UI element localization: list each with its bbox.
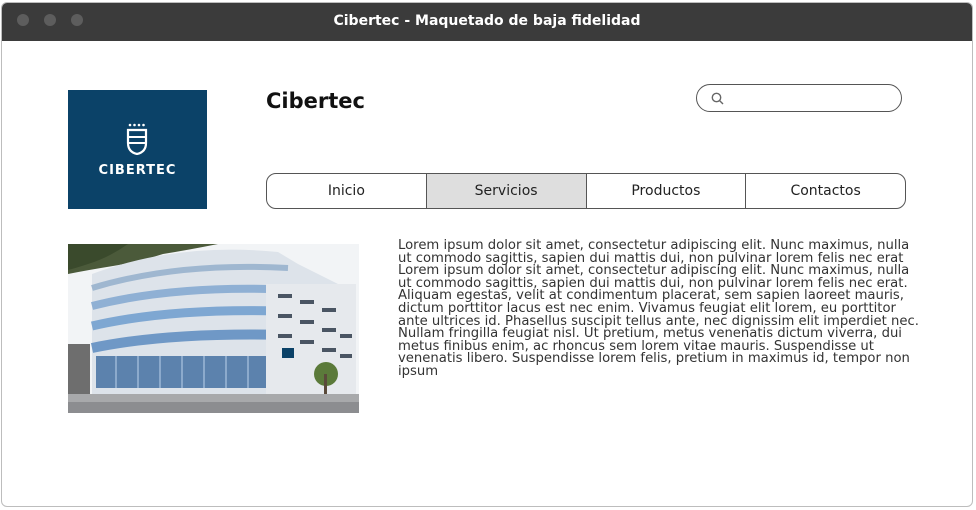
nav-item-productos[interactable]: Productos <box>587 174 747 208</box>
page-title: Cibertec <box>266 89 365 113</box>
search-icon <box>711 92 724 105</box>
browser-window: Cibertec - Maquetado de baja fidelidad C… <box>1 2 973 507</box>
search-box[interactable] <box>696 84 902 112</box>
body-paragraph: Lorem ipsum dolor sit amet, consectetur … <box>398 238 919 379</box>
main-nav: Inicio Servicios Productos Contactos <box>266 173 906 209</box>
building-photo <box>68 244 359 413</box>
window-title: Cibertec - Maquetado de baja fidelidad <box>333 13 641 29</box>
nav-item-servicios[interactable]: Servicios <box>426 174 587 208</box>
logo-text: CIBERTEC <box>98 163 177 178</box>
search-input[interactable] <box>729 89 893 109</box>
nav-item-contactos[interactable]: Contactos <box>746 174 905 208</box>
nav-item-inicio[interactable]: Inicio <box>267 174 427 208</box>
cibertec-shield-icon <box>126 123 148 155</box>
cibertec-logo[interactable]: CIBERTEC <box>68 90 207 209</box>
title-bar: Cibertec - Maquetado de baja fidelidad <box>2 3 972 41</box>
